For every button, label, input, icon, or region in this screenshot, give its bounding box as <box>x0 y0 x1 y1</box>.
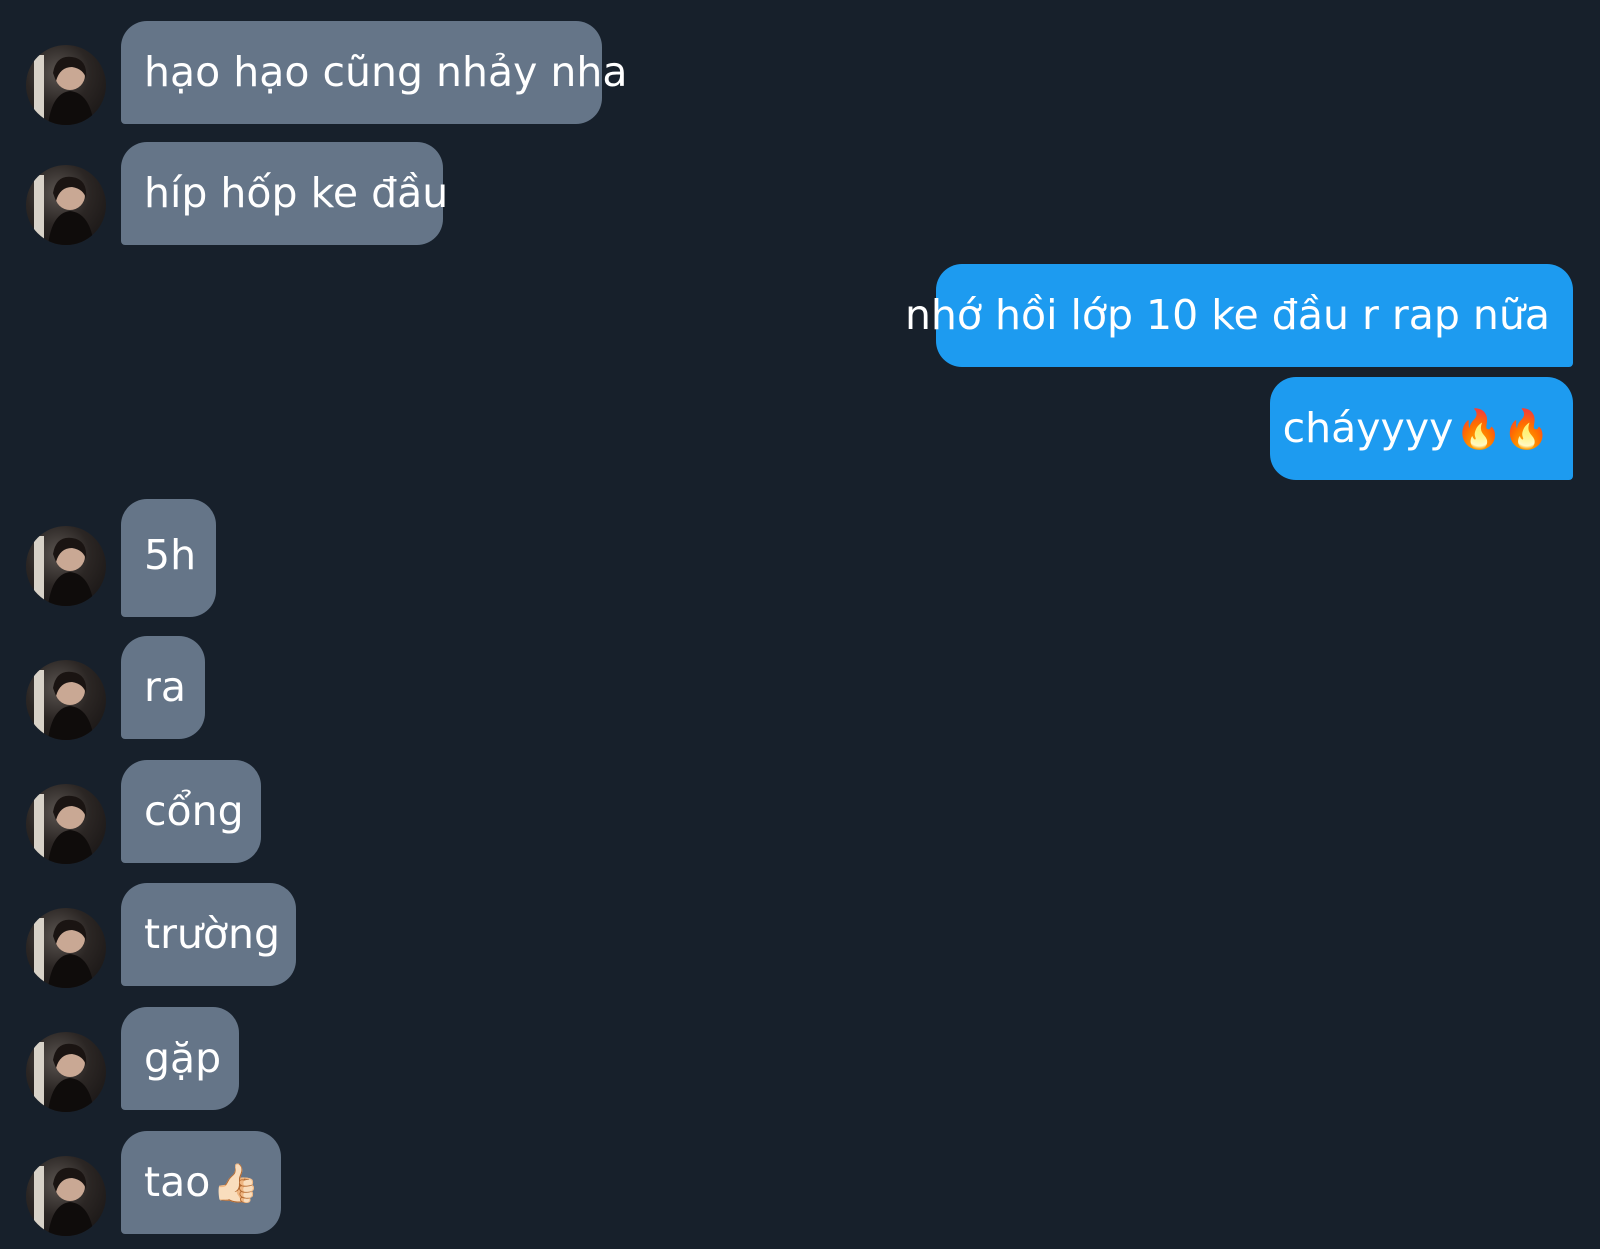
contact-avatar[interactable] <box>26 660 106 740</box>
message-text: trường <box>144 910 281 958</box>
person-photo-icon <box>34 175 94 245</box>
message-text: tao <box>144 1158 211 1206</box>
fire-emoji-icon: 🔥🔥 <box>1455 406 1550 451</box>
contact-avatar[interactable] <box>26 908 106 988</box>
message-text: 5h <box>144 531 197 579</box>
incoming-message-bubble[interactable]: 5h <box>121 499 216 617</box>
thumbs-up-emoji-icon: 👍🏻 <box>212 1160 260 1205</box>
message-text: cháyyyy <box>1282 404 1454 452</box>
person-photo-icon <box>34 670 94 740</box>
contact-avatar[interactable] <box>26 165 106 245</box>
contact-avatar[interactable] <box>26 1032 106 1112</box>
person-photo-icon <box>34 918 94 988</box>
message-text: nhớ hồi lớp 10 ke đầu r rap nữa <box>904 291 1550 339</box>
contact-avatar[interactable] <box>26 45 106 125</box>
message-text: híp hốp ke đầu <box>144 169 449 217</box>
incoming-message-bubble[interactable]: ra <box>121 636 205 739</box>
person-photo-icon <box>34 1166 94 1236</box>
message-text: cổng <box>144 787 244 835</box>
incoming-message-bubble[interactable]: tao 👍🏻 <box>121 1131 281 1234</box>
contact-avatar[interactable] <box>26 526 106 606</box>
outgoing-message-bubble[interactable]: cháyyyy 🔥🔥 <box>1270 377 1573 480</box>
incoming-message-bubble[interactable]: híp hốp ke đầu <box>121 142 448 245</box>
person-photo-icon <box>34 1042 94 1112</box>
person-photo-icon <box>34 794 94 864</box>
message-text: gặp <box>144 1034 222 1082</box>
person-photo-icon <box>34 55 94 125</box>
outgoing-message-bubble[interactable]: nhớ hồi lớp 10 ke đầu r rap nữa <box>905 264 1573 367</box>
incoming-message-bubble[interactable]: hạo hạo cũng nhảy nha <box>121 21 628 124</box>
person-photo-icon <box>34 536 94 606</box>
contact-avatar[interactable] <box>26 1156 106 1236</box>
message-text: hạo hạo cũng nhảy nha <box>144 48 628 96</box>
incoming-message-bubble[interactable]: gặp <box>121 1007 239 1110</box>
incoming-message-bubble[interactable]: cổng <box>121 760 261 863</box>
incoming-message-bubble[interactable]: trường <box>121 883 296 986</box>
message-text: ra <box>144 663 186 711</box>
contact-avatar[interactable] <box>26 784 106 864</box>
